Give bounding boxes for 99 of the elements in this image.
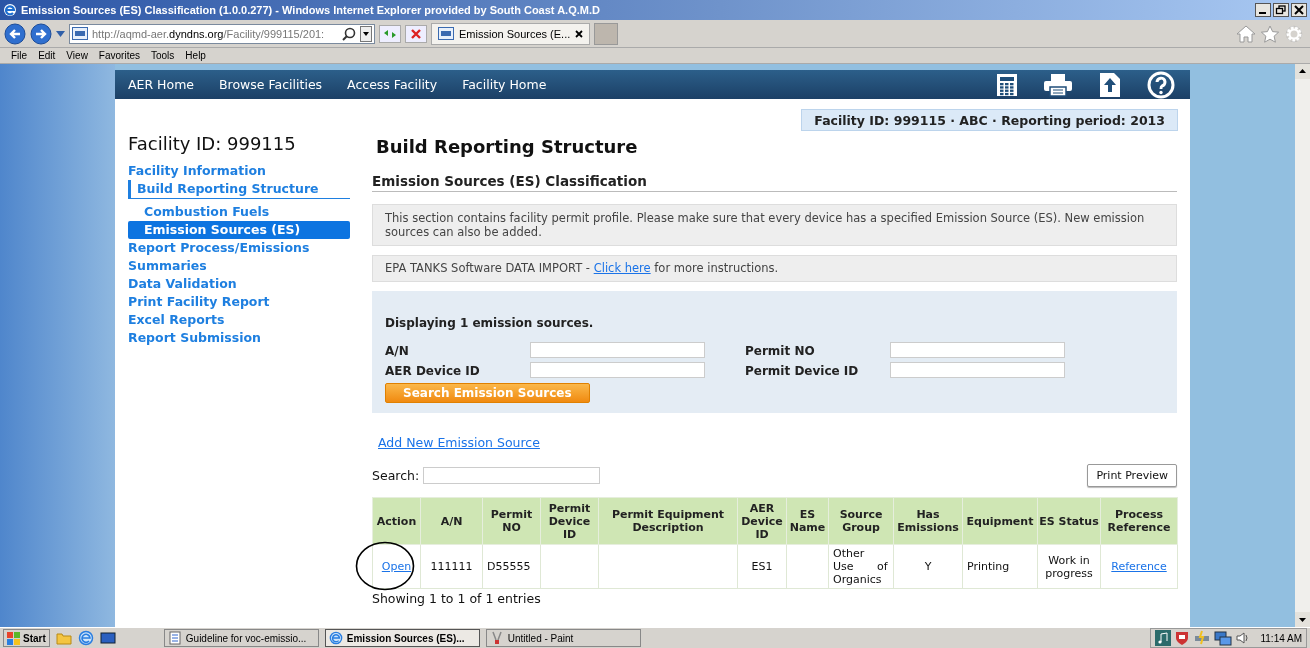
column-header[interactable]: Action (372, 497, 421, 545)
table-link[interactable]: Open (381, 560, 412, 573)
column-header[interactable]: Permit Device ID (540, 497, 599, 545)
browser-icon (328, 631, 343, 645)
restore-icon[interactable] (1273, 3, 1289, 17)
page-heading: Build Reporting Structure (375, 135, 639, 157)
input-field[interactable] (530, 362, 705, 378)
taskbar-button[interactable]: Guideline for voc-emissio... (163, 629, 319, 647)
column-header[interactable]: Source Group (828, 497, 894, 545)
input-field[interactable] (530, 342, 705, 358)
taskbar-button[interactable]: Emission Sources (ES)... (324, 629, 480, 647)
browser-logo-icon (3, 3, 17, 17)
help-icon[interactable] (1147, 70, 1175, 99)
sidebar-item[interactable]: Combustion Fuels (128, 203, 350, 221)
menu-item[interactable]: File (11, 50, 28, 61)
menu-item[interactable]: Edit (38, 50, 56, 61)
page-icon (438, 27, 454, 40)
document-icon (167, 631, 182, 645)
field-label: Permit NO (745, 343, 816, 360)
table-cell: ES1 (737, 544, 787, 589)
field-label: AER Device ID (385, 363, 481, 380)
add-link[interactable]: Add New Emission Source (378, 435, 540, 450)
sidebar-item[interactable]: Facility Information (128, 162, 350, 180)
nav-link[interactable]: Browse Facilities (219, 77, 323, 92)
upload-document-icon[interactable] (1098, 71, 1122, 98)
scrollbar[interactable] (1295, 64, 1310, 627)
start-button[interactable]: Start (3, 629, 50, 647)
column-header[interactable]: Equipment (962, 497, 1038, 545)
stop-icon[interactable] (405, 24, 427, 43)
column-header[interactable]: Has Emissions (893, 497, 963, 545)
menu-item[interactable]: Tools (151, 50, 175, 61)
sidebar-item[interactable]: Print Facility Report (128, 293, 350, 311)
minimize-icon[interactable] (1255, 3, 1271, 17)
nav-link[interactable]: Access Facility (347, 77, 438, 92)
column-header[interactable]: ES Name (786, 497, 829, 545)
nav-link[interactable]: Facility Home (462, 77, 547, 92)
input-field[interactable] (890, 362, 1065, 378)
field-label: Permit Device ID (745, 363, 860, 380)
music-icon[interactable] (1155, 630, 1172, 646)
column-header[interactable]: Process Reference (1100, 497, 1178, 545)
table-cell: D55555 (482, 544, 541, 589)
scroll-down-icon[interactable] (1295, 612, 1310, 627)
import-message: EPA TANKS Software DATA IMPORT - Click here for more instructions. (372, 255, 1177, 282)
facility-heading: Facility ID: 999115 (128, 133, 297, 154)
shield-icon[interactable] (1174, 630, 1191, 646)
scroll-up-icon[interactable] (1295, 64, 1310, 79)
section-heading: Emission Sources (ES) Classification (372, 157, 1177, 192)
table-cell: 111111 (420, 544, 483, 589)
table-cell: Y (893, 544, 963, 589)
browser-icon[interactable] (77, 630, 94, 646)
facility-banner: Facility ID: 999115 · ABC · Reporting period: 2013 (801, 109, 1178, 131)
dropdown-icon[interactable] (360, 25, 372, 42)
calculator-icon[interactable] (996, 72, 1018, 97)
sidebar-item[interactable]: Summaries (128, 257, 350, 275)
menu-item[interactable]: View (66, 50, 88, 61)
print-preview-button[interactable]: Print Preview (1087, 464, 1177, 487)
table-cell: Printing (962, 544, 1038, 589)
close-icon[interactable] (575, 29, 584, 38)
column-header[interactable]: Permit Equipment Description (598, 497, 738, 545)
windows-logo-icon (7, 631, 21, 645)
window-title: Emission Sources (ES) Classification (1.0.0.277) - Windows Internet Explorer provided by South Coast A.Q.M.D (21, 4, 600, 16)
address-field[interactable]: http://aqmd-aer.dyndns.org/Facility/999115/201: (69, 23, 375, 44)
sidebar-item[interactable]: Report Process/Emissions (128, 239, 350, 257)
result-count: Displaying 1 emission sources. (385, 316, 595, 330)
input-field[interactable] (890, 342, 1065, 358)
forward-icon[interactable] (30, 22, 52, 45)
column-header[interactable]: A/N (420, 497, 483, 545)
taskbar-button[interactable]: Untitled - Paint (485, 629, 641, 647)
click-here-link[interactable]: Click here (593, 261, 651, 275)
sidebar-item[interactable]: Excel Reports (128, 311, 350, 329)
table-cell: Work in progress (1037, 544, 1101, 589)
info-message: This section contains facility permit profile. Please make sure that every device has a specified Emission Source (ES). New emission sources can also be added. (372, 204, 1177, 246)
sidebar-item[interactable]: Report Submission (128, 329, 350, 347)
field-label: A/N (385, 343, 410, 360)
page-icon (72, 27, 88, 40)
sidebar-item[interactable]: Data Validation (128, 275, 350, 293)
search-icon[interactable] (342, 26, 356, 41)
printer-icon[interactable] (1043, 72, 1073, 97)
paint-icon (489, 631, 504, 645)
nav-link[interactable]: AER Home (128, 77, 195, 92)
network-icon[interactable] (1214, 630, 1233, 646)
desktop-icon[interactable] (99, 631, 116, 645)
clock[interactable]: 11:14 AM (1260, 632, 1302, 644)
refresh-icon[interactable] (379, 24, 401, 43)
sidebar-item[interactable]: Emission Sources (ES) (128, 221, 350, 239)
close-icon[interactable] (1291, 3, 1307, 17)
star-icon[interactable] (1260, 24, 1280, 43)
back-icon[interactable] (4, 22, 26, 45)
menu-item[interactable]: Help (185, 50, 206, 61)
search-field[interactable] (423, 467, 601, 484)
column-header[interactable]: Permit NO (482, 497, 541, 545)
column-header[interactable]: AER Device ID (737, 497, 787, 545)
table-cell: Other Use of Organics (828, 544, 894, 589)
browser-tab[interactable]: Emission Sources (E... (431, 22, 591, 45)
column-header[interactable]: ES Status (1037, 497, 1101, 545)
search-label: Search: (372, 468, 420, 483)
menu-item[interactable]: Favorites (98, 50, 140, 61)
sidebar-item[interactable]: Build Reporting Structure (128, 180, 350, 199)
entries-info: Showing 1 to 1 of 1 entries (372, 590, 542, 606)
